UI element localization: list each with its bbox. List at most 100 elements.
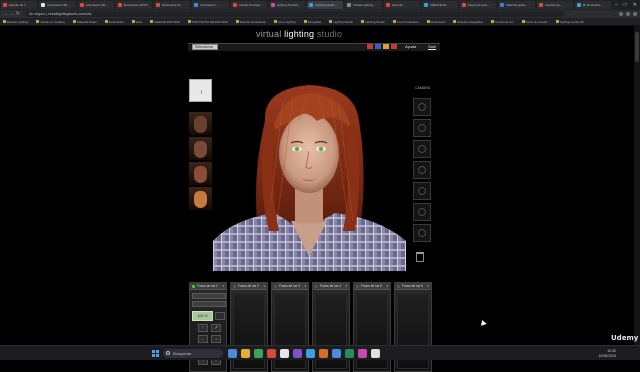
address-bar: ← → ↻ No seguro | virtuallightingstudio.… <box>0 10 640 18</box>
bookmark-item[interactable]: Cursos de luz <box>491 20 514 24</box>
bookmark-item[interactable]: Estudio Iluminacion <box>236 20 266 24</box>
camera-angle-button[interactable] <box>413 224 431 242</box>
browser-tab[interactable]: Iluminacion 3D... <box>77 1 114 9</box>
profile-icon[interactable] <box>633 12 637 16</box>
bookmark-item[interactable]: CREATE ESTUDIO <box>150 20 180 24</box>
camera-angle-button[interactable] <box>413 119 431 137</box>
camera-angle-button[interactable] <box>413 140 431 158</box>
model-thumbnail[interactable] <box>189 137 212 160</box>
taskbar-app-icon[interactable] <box>306 349 315 358</box>
chevron-down-icon[interactable]: ▾ <box>427 283 429 289</box>
bookmark-item[interactable]: Hola <box>131 20 142 24</box>
taskbar-app-icon[interactable] <box>332 349 341 358</box>
browser-tab[interactable]: www 3d ... <box>383 1 420 9</box>
language-flag-icon[interactable] <box>383 44 389 49</box>
chevron-down-icon[interactable]: ▾ <box>222 283 224 289</box>
light-channel-header[interactable]: Focus de luz 1 ▾ <box>190 283 226 290</box>
language-flag-icon[interactable] <box>375 44 381 49</box>
browser-tab[interactable]: Estudio de I... <box>1 1 38 9</box>
bookmark-item[interactable]: Lighting Studio <box>329 20 353 24</box>
bookmark-item[interactable]: Estudio Lighting <box>3 20 28 24</box>
system-clock[interactable]: 10:32 10/05/2023 <box>560 349 616 358</box>
light-channel-header[interactable]: Focus de luz 3 ▾ <box>272 283 308 290</box>
taskbar-app-icon[interactable] <box>345 349 354 358</box>
bookmark-item[interactable]: Lighting Studio <box>361 20 385 24</box>
model-thumbnail[interactable] <box>189 187 212 210</box>
left-arrow-icon[interactable]: ← <box>198 335 208 343</box>
model-thumbnail[interactable] <box>189 112 212 135</box>
light-channel-header[interactable]: Focus de luz 2 ▾ <box>231 283 267 290</box>
bookmark-item[interactable]: Adobe en Creative <box>36 20 65 24</box>
camera-angle-button[interactable] <box>413 161 431 179</box>
taskbar-app-icon[interactable] <box>319 349 328 358</box>
right-arrow-icon[interactable]: → <box>211 335 221 343</box>
language-flag-icon[interactable] <box>391 44 397 49</box>
chevron-down-icon[interactable]: ▾ <box>386 283 388 289</box>
start-button-icon[interactable] <box>152 350 159 357</box>
browser-tab[interactable]: Material gratis... <box>498 1 535 9</box>
browser-tab[interactable]: Iluminacion ESTO <box>115 1 152 9</box>
browser-tab[interactable]: Lighting studio... <box>307 1 344 9</box>
url-field[interactable]: No seguro | virtuallightingstudio.com/vl… <box>25 11 565 17</box>
taskbar-app-icon[interactable] <box>228 349 237 358</box>
browser-tab[interactable]: Iluminacion... <box>192 1 229 9</box>
taskbar-search[interactable]: Busqueda <box>163 349 223 358</box>
bookmark-item[interactable]: Cine Lighting <box>274 20 296 24</box>
browser-tab[interactable]: Mi 3d studios... <box>574 1 611 9</box>
extension-icon[interactable] <box>626 12 630 16</box>
light-channel-header[interactable]: Focus de luz 6 ▾ <box>395 283 431 290</box>
browser-tab[interactable]: estudio iluminac... <box>230 1 267 9</box>
chevron-down-icon[interactable]: ▾ <box>304 283 306 289</box>
taskbar-app-icon[interactable] <box>280 349 289 358</box>
camera-angle-button[interactable] <box>413 182 431 200</box>
taskbar-app-icon[interactable] <box>254 349 263 358</box>
toggle-button[interactable] <box>215 312 225 320</box>
chevron-down-icon[interactable]: ▾ <box>263 283 265 289</box>
reload-icon[interactable]: ↻ <box>15 11 21 17</box>
blank-model-thumbnail[interactable] <box>189 79 212 102</box>
taskbar-app-icon[interactable] <box>293 349 302 358</box>
bookmark-item[interactable]: Productora <box>426 20 445 24</box>
browser-tab[interactable]: Iluminacion 3D... <box>39 1 76 9</box>
exit-link[interactable]: Salir <box>428 44 436 49</box>
maximize-icon[interactable]: □ <box>624 2 627 8</box>
bookmark-item[interactable]: Fotografia <box>303 20 321 24</box>
light-channel-header[interactable]: Focus de luz 4 ▾ <box>313 283 349 290</box>
browser-tab[interactable]: estudios de... <box>536 1 573 9</box>
camera-angle-button[interactable] <box>413 98 431 116</box>
browser-tab[interactable]: CREATE 3D... <box>421 1 458 9</box>
browser-tab[interactable]: Flores de vera... <box>460 1 497 9</box>
help-link[interactable]: Ayuda <box>405 44 416 49</box>
bookmark-item[interactable]: Iluminacion <box>104 20 124 24</box>
scrollbar-thumb[interactable] <box>635 32 639 62</box>
light-type-select[interactable] <box>192 293 226 299</box>
up-right-arrow-icon[interactable]: ↗ <box>211 324 221 332</box>
bookmark-item[interactable]: Cine Productora <box>392 20 419 24</box>
light-channel-header[interactable]: Focus de luz 5 ▾ <box>354 283 390 290</box>
light-color-select[interactable] <box>192 301 226 307</box>
taskbar-app-icon[interactable] <box>358 349 367 358</box>
browser-tab[interactable]: Iluminacion E... <box>154 1 191 9</box>
browser-tab[interactable]: Virtual Lighting ... <box>345 1 382 9</box>
chevron-down-icon[interactable]: ▾ <box>345 283 347 289</box>
extension-icon[interactable] <box>619 12 623 16</box>
bookmark-item[interactable]: PROYECTO DE ESTUDIO <box>188 20 228 24</box>
taskbar-app-icon[interactable] <box>371 349 380 358</box>
bookmark-item[interactable]: Estudio Fotografico <box>453 20 483 24</box>
camera-angle-button[interactable] <box>413 203 431 221</box>
browser-tab[interactable]: Lighting Portrait... <box>268 1 305 9</box>
language-flag-icon[interactable] <box>367 44 373 49</box>
taskbar-app-icon[interactable] <box>241 349 250 358</box>
bookmark-item[interactable]: Material Gratis <box>73 20 97 24</box>
bookmark-item[interactable]: Fotos de estudio <box>521 20 548 24</box>
preset-select[interactable]: Seleccionar <box>192 44 218 50</box>
close-icon[interactable]: ✕ <box>633 2 637 8</box>
bookmark-item[interactable]: Lighting studio 3D <box>555 20 584 24</box>
minimize-icon[interactable]: – <box>615 2 618 8</box>
taskbar-app-icon[interactable] <box>267 349 276 358</box>
trash-icon[interactable] <box>416 252 424 262</box>
page-scrollbar[interactable] <box>634 26 640 345</box>
intensity-display[interactable]: 100 % <box>192 311 213 321</box>
up-arrow-icon[interactable]: ↑ <box>198 324 208 332</box>
model-thumbnail[interactable] <box>189 162 212 185</box>
